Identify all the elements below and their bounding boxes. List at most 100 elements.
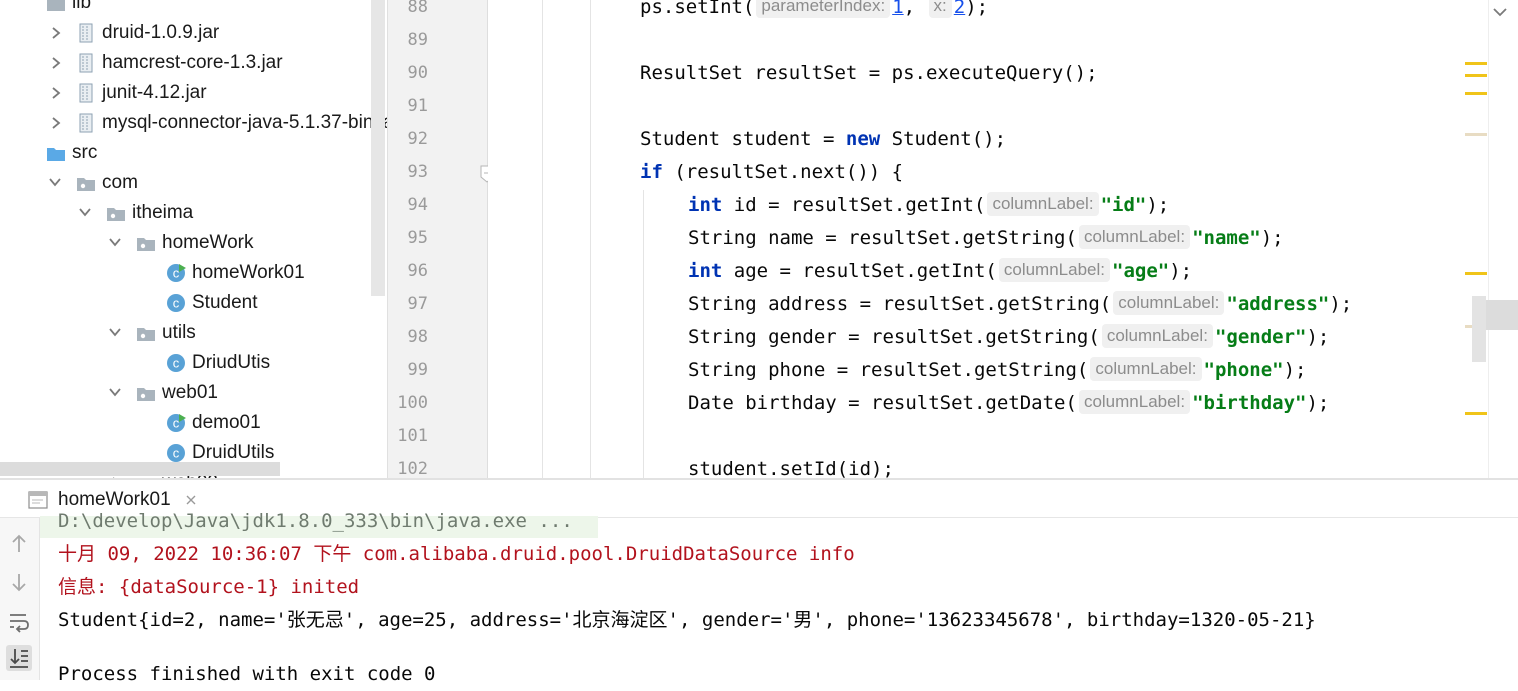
code-line[interactable]: String phone = resultSet.getString(colum… xyxy=(688,354,1306,387)
console-icon xyxy=(28,491,48,509)
chevron-down-icon[interactable] xyxy=(108,378,122,408)
line-number: 90 xyxy=(407,63,428,83)
parameter-hint: columnLabel: xyxy=(1078,390,1191,414)
chevron-right-icon[interactable] xyxy=(50,78,64,108)
package-icon xyxy=(136,383,156,403)
editor-scroll-thumb[interactable] xyxy=(1486,300,1518,330)
chevron-down-icon[interactable] xyxy=(1492,6,1508,18)
code-line[interactable]: ps.setInt(parameterIndex: 1, x: 2); xyxy=(640,0,988,24)
code-line[interactable]: student.setId(id); xyxy=(688,453,894,478)
string-token: "age" xyxy=(1112,260,1170,282)
code-line[interactable]: ResultSet resultSet = ps.executeQuery(); xyxy=(640,57,1098,90)
chevron-down-icon[interactable] xyxy=(48,168,62,198)
run-tool-window xyxy=(0,478,1518,680)
soft-wrap-icon[interactable] xyxy=(6,608,32,634)
runnable-class-icon: c xyxy=(166,263,186,283)
code-token: ); xyxy=(1146,194,1170,216)
tree-item[interactable]: homeWork xyxy=(0,228,387,258)
code-line[interactable]: int id = resultSet.getInt(columnLabel: "i… xyxy=(688,189,1169,222)
warning-marker[interactable] xyxy=(1465,272,1487,275)
code-token: String name = resultSet.getString( xyxy=(688,227,1077,249)
code-token: (resultSet.next()) { xyxy=(662,161,904,183)
arrow-down-icon[interactable] xyxy=(6,569,32,595)
tree-horizontal-scrollbar[interactable] xyxy=(0,462,280,476)
code-line[interactable]: String name = resultSet.getString(column… xyxy=(688,222,1284,255)
tree-item-label: junit-4.12.jar xyxy=(102,82,207,103)
tree-item[interactable]: c DriudUtis xyxy=(0,348,387,378)
jar-icon xyxy=(76,113,96,133)
editor-scrollbar[interactable] xyxy=(1472,296,1486,362)
warning-marker[interactable] xyxy=(1465,412,1487,415)
folder-icon xyxy=(46,0,66,13)
tree-vertical-scrollbar[interactable] xyxy=(371,0,385,296)
tree-item-label: web01 xyxy=(162,382,218,403)
tree-item[interactable]: c demo01 xyxy=(0,408,387,438)
chevron-right-icon[interactable] xyxy=(50,18,64,48)
tree-item-label: homeWork01 xyxy=(192,262,305,283)
tree-item[interactable]: src xyxy=(0,138,387,168)
tree-item[interactable]: com xyxy=(0,168,387,198)
code-token: student.setId(id); xyxy=(688,458,894,478)
keyword-token: new xyxy=(845,128,881,150)
tree-item[interactable]: hamcrest-core-1.3.jar xyxy=(0,48,387,78)
svg-text:c: c xyxy=(173,446,180,461)
close-icon[interactable] xyxy=(186,495,196,505)
code-line[interactable]: String gender = resultSet.getString(colu… xyxy=(688,321,1329,354)
tree-item[interactable]: junit-4.12.jar xyxy=(0,78,387,108)
keyword-token: int xyxy=(688,194,723,216)
string-token: "phone" xyxy=(1203,359,1284,381)
source-folder-icon xyxy=(46,143,66,163)
code-editor[interactable]: ps.setInt(parameterIndex: 1, x: 2); ResultS… xyxy=(488,0,1488,478)
svg-text:c: c xyxy=(173,296,180,311)
line-number: 101 xyxy=(397,426,428,446)
code-token: ps.setInt( xyxy=(640,0,755,18)
string-token: "address" xyxy=(1226,293,1330,315)
tree-item-label: mysql-connector-java-5.1.37-bin.jar xyxy=(102,112,387,133)
package-icon xyxy=(76,173,96,193)
runnable-class-icon: c xyxy=(166,413,186,433)
package-icon xyxy=(106,203,126,223)
code-line[interactable]: String address = resultSet.getString(col… xyxy=(688,288,1352,321)
tree-item[interactable]: lib xyxy=(0,0,387,18)
tree-item-label: DriudUtis xyxy=(192,352,271,373)
project-tree: lib druid-1.0.9.jar hamcrest-core-1.3.jar j… xyxy=(0,0,387,478)
number-token: 1 xyxy=(892,0,904,18)
warning-marker[interactable] xyxy=(1465,62,1487,65)
info-marker[interactable] xyxy=(1465,133,1487,136)
code-line[interactable]: Date birthday = resultSet.getDate(column… xyxy=(688,387,1329,420)
code-token: ); xyxy=(1169,260,1193,282)
line-number: 98 xyxy=(407,327,428,347)
tree-item[interactable]: utils xyxy=(0,318,387,348)
warning-marker[interactable] xyxy=(1465,74,1487,77)
line-number: 91 xyxy=(407,96,428,116)
tree-item[interactable]: c Student xyxy=(0,288,387,318)
arrow-up-icon[interactable] xyxy=(6,531,32,557)
code-line[interactable]: Student student = new Student(); xyxy=(640,123,1006,156)
chevron-down-icon[interactable] xyxy=(108,318,122,348)
tree-item[interactable]: mysql-connector-java-5.1.37-bin.jar xyxy=(0,108,387,138)
class-icon: c xyxy=(166,443,186,463)
error-stripe xyxy=(1465,0,1518,478)
parameter-hint: columnLabel: xyxy=(998,258,1110,282)
parameter-hint: columnLabel: xyxy=(987,192,1099,216)
package-icon xyxy=(136,323,156,343)
tree-item[interactable]: itheima xyxy=(0,198,387,228)
tree-item-label: lib xyxy=(72,0,92,13)
chevron-down-icon[interactable] xyxy=(108,228,122,258)
chevron-right-icon[interactable] xyxy=(50,48,64,78)
code-line[interactable]: if (resultSet.next()) { xyxy=(640,156,903,189)
tree-item[interactable]: c homeWork01 xyxy=(0,258,387,288)
tree-item[interactable]: web01 xyxy=(0,378,387,408)
scroll-to-end-button[interactable] xyxy=(6,645,32,671)
chevron-down-icon[interactable] xyxy=(78,198,92,228)
warning-marker[interactable] xyxy=(1465,92,1487,95)
tree-item[interactable]: druid-1.0.9.jar xyxy=(0,18,387,48)
class-icon: c xyxy=(166,293,186,313)
number-token: 2 xyxy=(953,0,966,18)
chevron-right-icon[interactable] xyxy=(50,108,64,138)
line-number: 94 xyxy=(407,195,428,215)
code-line[interactable]: int age = resultSet.getInt(columnLabel: "… xyxy=(688,255,1192,288)
indent-guide xyxy=(590,0,591,478)
code-token: ); xyxy=(965,0,989,18)
code-token: ); xyxy=(1283,359,1307,381)
